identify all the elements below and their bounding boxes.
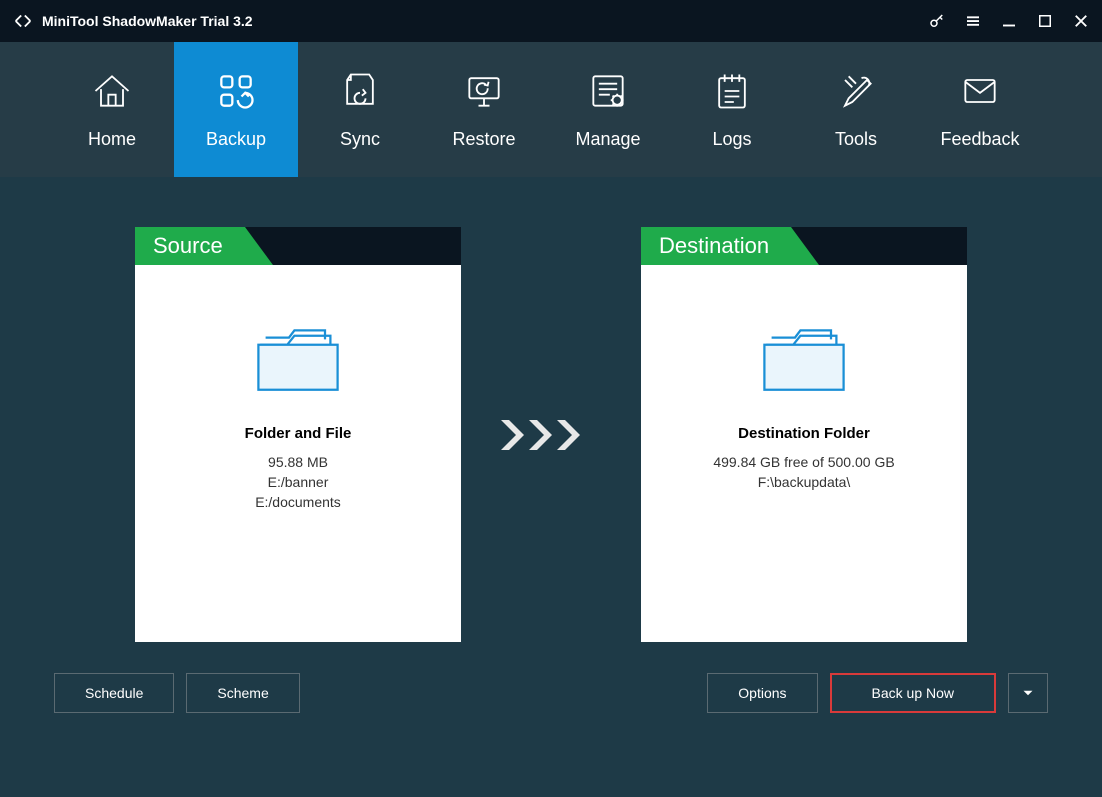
maximize-icon[interactable] [1036,12,1054,30]
close-icon[interactable] [1072,12,1090,30]
app-title: MiniTool ShadowMaker Trial 3.2 [42,13,928,29]
source-path1: E:/banner [155,474,441,490]
minimize-icon[interactable] [1000,12,1018,30]
arrows-icon [501,227,601,642]
source-tab: Source [135,227,245,265]
nav-label: Manage [575,129,640,150]
menu-icon[interactable] [964,12,982,30]
app-logo-icon [12,10,34,32]
nav-label: Restore [452,129,515,150]
bottom-bar: Schedule Scheme Options Back up Now [0,673,1102,713]
source-card[interactable]: Source Folder and File 95.88 MB E:/banne… [135,227,461,642]
nav-tools[interactable]: Tools [794,42,918,177]
folder-icon [253,325,343,395]
tools-icon [834,69,878,113]
nav-feedback[interactable]: Feedback [918,42,1042,177]
destination-tab: Destination [641,227,791,265]
nav-manage[interactable]: Manage [546,42,670,177]
backup-now-button[interactable]: Back up Now [830,673,996,713]
source-header: Source [135,227,461,265]
nav-logs[interactable]: Logs [670,42,794,177]
titlebar: MiniTool ShadowMaker Trial 3.2 [0,0,1102,42]
nav-label: Backup [206,129,266,150]
scheme-button[interactable]: Scheme [186,673,299,713]
nav-restore[interactable]: Restore [422,42,546,177]
nav-home[interactable]: Home [50,42,174,177]
destination-path: F:\backupdata\ [661,474,947,490]
manage-icon [586,69,630,113]
nav-label: Home [88,129,136,150]
destination-info: 499.84 GB free of 500.00 GB [661,454,947,470]
logs-icon [710,69,754,113]
folder-icon [759,325,849,395]
destination-card[interactable]: Destination Destination Folder 499.84 GB… [641,227,967,642]
backup-icon [214,69,258,113]
nav-label: Feedback [940,129,1019,150]
restore-icon [462,69,506,113]
feedback-icon [958,69,1002,113]
sync-icon [338,69,382,113]
source-title: Folder and File [155,425,441,442]
nav-label: Logs [712,129,751,150]
top-nav: Home Backup Sync Restore Manage Logs Too… [0,42,1102,177]
nav-label: Tools [835,129,877,150]
schedule-button[interactable]: Schedule [54,673,174,713]
destination-title: Destination Folder [661,425,947,442]
backup-dropdown-button[interactable] [1008,673,1048,713]
source-size: 95.88 MB [155,454,441,470]
nav-sync[interactable]: Sync [298,42,422,177]
main-area: Source Folder and File 95.88 MB E:/banne… [0,177,1102,757]
home-icon [90,69,134,113]
options-button[interactable]: Options [707,673,817,713]
nav-backup[interactable]: Backup [174,42,298,177]
key-icon[interactable] [928,12,946,30]
source-path2: E:/documents [155,494,441,510]
nav-label: Sync [340,129,380,150]
destination-header: Destination [641,227,967,265]
